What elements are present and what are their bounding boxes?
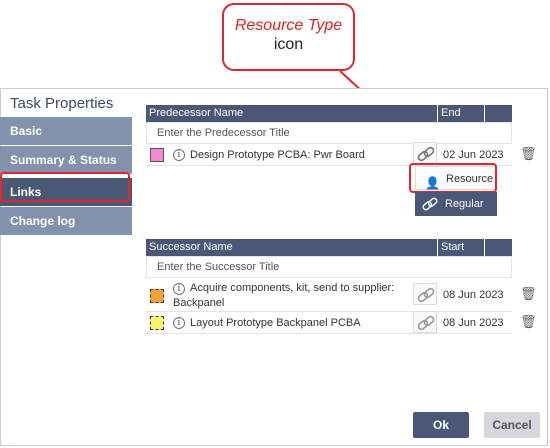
- link-type-button[interactable]: [413, 283, 437, 305]
- ok-button[interactable]: Ok: [413, 412, 469, 438]
- successor-grid-header: Successor Name Start date: [146, 239, 512, 270]
- link-type-option-regular[interactable]: Regular: [415, 192, 497, 216]
- predecessor-grid-header: Predecessor Name End date: [146, 105, 512, 136]
- sidebar-item-basic[interactable]: Basic: [0, 117, 132, 145]
- link-type-button[interactable]: [413, 311, 437, 333]
- link-icon: [417, 146, 435, 162]
- task-color-swatch: [150, 148, 164, 162]
- successor-task-name-line1: Acquire components, kit, send to supplie…: [190, 282, 395, 294]
- predecessor-name-header: Predecessor Name: [146, 105, 438, 122]
- link-icon: [417, 315, 435, 331]
- cancel-button[interactable]: Cancel: [484, 412, 540, 438]
- regular-option-label: Regular: [445, 198, 484, 210]
- successor-row: i Layout Prototype Backpanel PCBA 08 Jun…: [146, 311, 537, 334]
- delete-icon[interactable]: 🗑: [520, 314, 537, 330]
- info-icon[interactable]: i: [173, 149, 185, 161]
- link-icon: [422, 197, 438, 211]
- resource-highlight-box: [409, 163, 497, 193]
- task-color-swatch: [150, 316, 164, 330]
- predecessor-task-name: Design Prototype PCBA: Pwr Board: [190, 149, 365, 161]
- successor-task-name-line2: Backpanel: [173, 297, 225, 309]
- successor-row: i Acquire components, kit, send to suppl…: [146, 278, 537, 312]
- successor-start-date: 08 Jun 2023: [443, 289, 504, 301]
- successor-start-date: 08 Jun 2023: [443, 317, 504, 329]
- predecessor-title-input[interactable]: Enter the Predecessor Title: [146, 122, 512, 144]
- link-type-button[interactable]: [413, 142, 437, 164]
- delete-icon[interactable]: 🗑: [520, 146, 537, 162]
- successor-name-header: Successor Name: [146, 239, 438, 256]
- sidebar-item-summary-status[interactable]: Summary & Status: [0, 146, 132, 174]
- info-icon[interactable]: i: [173, 283, 185, 295]
- dialog-title: Task Properties: [10, 95, 114, 112]
- task-color-swatch: [150, 289, 164, 303]
- delete-icon[interactable]: 🗑: [520, 286, 537, 302]
- successor-title-input[interactable]: Enter the Successor Title: [146, 256, 512, 278]
- links-highlight-box: [0, 172, 130, 202]
- predecessor-date-header: End date: [438, 105, 485, 136]
- predecessor-end-date: 02 Jun 2023: [443, 149, 504, 161]
- sidebar-item-change-log[interactable]: Change log: [0, 207, 132, 235]
- link-icon: [417, 287, 435, 303]
- info-icon[interactable]: i: [173, 317, 185, 329]
- successor-date-header: Start date: [438, 239, 485, 270]
- successor-task-name: Layout Prototype Backpanel PCBA: [190, 317, 361, 329]
